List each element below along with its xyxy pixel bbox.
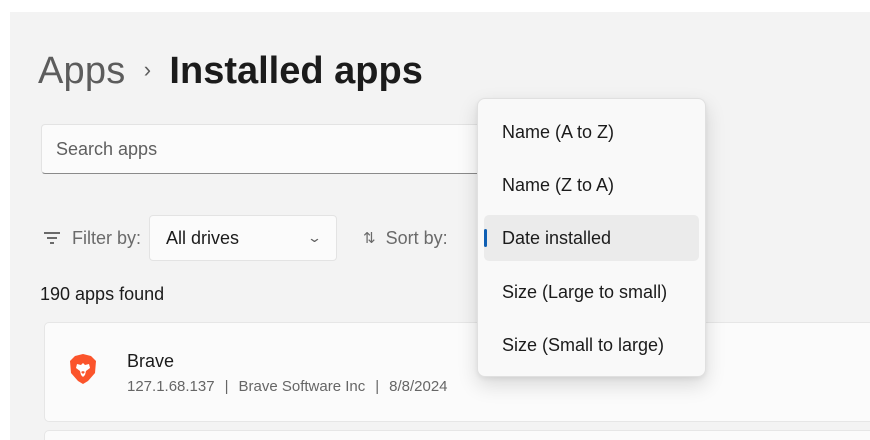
sort-option-date-installed[interactable]: Date installed	[484, 215, 699, 261]
sort-option-size-asc[interactable]: Size (Small to large)	[484, 322, 699, 368]
app-name: Brave	[127, 351, 175, 371]
app-details: 127.1.68.137 | Brave Software Inc | 8/8/…	[127, 378, 448, 395]
app-list-item[interactable]: Brave 127.1.68.137 | Brave Software Inc …	[44, 322, 870, 422]
filter-icon	[44, 232, 60, 244]
app-version: 127.1.68.137	[127, 378, 215, 395]
app-list-item[interactable]	[44, 430, 870, 440]
filter-label: Filter by:	[72, 227, 142, 248]
apps-count: 190 apps found	[40, 284, 165, 304]
sort-option-name-desc[interactable]: Name (Z to A)	[484, 162, 699, 208]
sort-option-label: Date installed	[502, 227, 612, 248]
drive-filter-dropdown[interactable]: All drives ⌄	[149, 215, 338, 261]
sort-option-size-desc[interactable]: Size (Large to small)	[484, 269, 699, 315]
brave-lion-icon	[70, 354, 96, 384]
search-input[interactable]	[41, 124, 511, 174]
breadcrumb: Apps › Installed apps	[38, 50, 423, 93]
app-publisher: Brave Software Inc	[238, 378, 366, 395]
sort-option-name-asc[interactable]: Name (A to Z)	[484, 109, 699, 155]
selection-indicator	[484, 229, 487, 247]
app-install-date: 8/8/2024	[389, 378, 448, 395]
chevron-down-icon: ⌄	[306, 230, 323, 245]
page-title: Installed apps	[169, 50, 423, 92]
drive-filter-value: All drives	[166, 227, 240, 248]
filter-sort-bar: Filter by: All drives ⌄ ⇅ Sort by:	[44, 214, 448, 262]
settings-page: Apps › Installed apps Filter by: All dri…	[10, 12, 870, 440]
sort-arrows-icon: ⇅	[363, 230, 376, 247]
chevron-right-icon: ›	[143, 56, 152, 82]
sort-control[interactable]: ⇅ Sort by:	[363, 228, 448, 249]
breadcrumb-apps-link[interactable]: Apps	[38, 50, 125, 93]
sort-label: Sort by:	[385, 227, 448, 248]
sort-dropdown-menu: Name (A to Z) Name (Z to A) Date install…	[477, 98, 706, 377]
